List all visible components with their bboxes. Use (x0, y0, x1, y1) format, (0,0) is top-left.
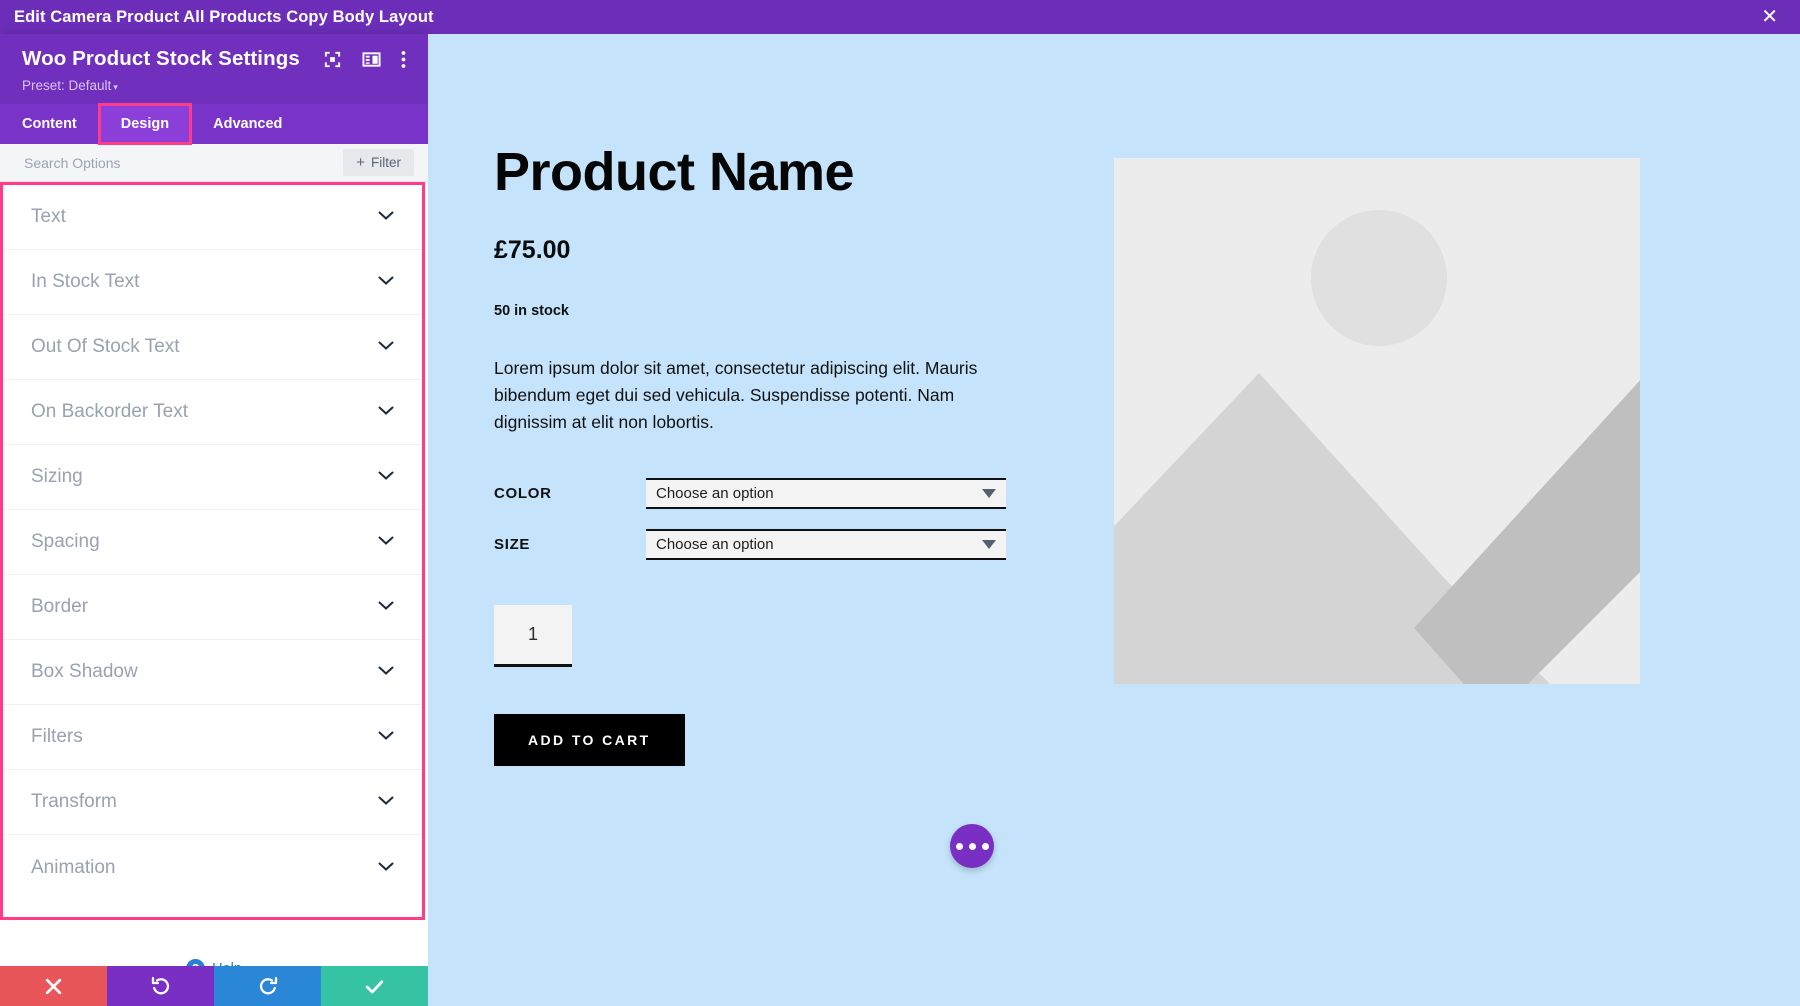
color-select-value: Choose an option (656, 485, 774, 503)
save-button[interactable] (321, 966, 428, 1006)
settings-panel: Woo Product Stock Settings Preset: Defau… (0, 34, 428, 1006)
product-price: £75.00 (494, 235, 571, 264)
section-out-of-stock-text[interactable]: Out Of Stock Text (3, 315, 422, 380)
size-select[interactable]: Choose an option (646, 529, 1006, 561)
panel-header-icons (323, 50, 406, 69)
dot-icon (955, 842, 963, 850)
panel-header: Woo Product Stock Settings Preset: Defau… (0, 34, 428, 104)
panel-tabs: Content Design Advanced (0, 103, 428, 145)
kebab-menu-icon[interactable] (401, 50, 406, 69)
section-label: Box Shadow (31, 661, 138, 682)
redo-icon (259, 977, 277, 995)
section-label: Spacing (31, 531, 100, 552)
panel-footer: ? Help (0, 920, 428, 1006)
chevron-down-icon (378, 663, 394, 681)
section-filters[interactable]: Filters (3, 705, 422, 770)
layout-columns-icon[interactable] (362, 50, 381, 69)
attribute-row-size: SIZE Choose an option (494, 529, 1039, 561)
search-row: + Filter (0, 144, 428, 182)
section-label: Filters (31, 726, 83, 747)
color-select[interactable]: Choose an option (646, 478, 1006, 510)
size-select-value: Choose an option (656, 536, 774, 554)
close-icon (45, 978, 62, 994)
section-transform[interactable]: Transform (3, 770, 422, 835)
preset-label: Preset: Default (22, 78, 112, 93)
section-sizing[interactable]: Sizing (3, 445, 422, 510)
section-spacing[interactable]: Spacing (3, 510, 422, 575)
attribute-label-size: SIZE (494, 536, 531, 554)
cancel-button[interactable] (0, 966, 107, 1006)
section-label: Animation (31, 856, 116, 878)
section-label: Transform (31, 791, 117, 812)
product-image-placeholder (1114, 158, 1640, 684)
preset-selector[interactable]: Preset: Default ▾ (22, 78, 406, 93)
section-on-backorder-text[interactable]: On Backorder Text (3, 380, 422, 445)
chevron-down-icon (378, 859, 394, 877)
dot-icon (968, 842, 976, 850)
chevron-down-icon (378, 728, 394, 746)
image-placeholder-icon (1114, 158, 1640, 684)
product-image-column (1114, 144, 1640, 766)
section-label: On Backorder Text (31, 401, 189, 422)
chevron-down-icon (378, 338, 394, 356)
filter-button[interactable]: + Filter (343, 149, 414, 176)
tab-content[interactable]: Content (0, 104, 99, 144)
chevron-down-icon (378, 208, 394, 226)
product-stock-status: 50 in stock (494, 302, 569, 319)
check-icon (365, 979, 384, 993)
chevron-down-icon (378, 598, 394, 616)
window-titlebar: Edit Camera Product All Products Copy Bo… (0, 0, 1800, 34)
close-icon[interactable]: ✕ (1753, 5, 1786, 29)
dot-icon (981, 842, 989, 850)
section-box-shadow[interactable]: Box Shadow (3, 640, 422, 705)
attribute-row-color: COLOR Choose an option (494, 478, 1039, 510)
chevron-down-icon (378, 468, 394, 486)
panel-title: Woo Product Stock Settings (22, 47, 300, 70)
filter-button-label: Filter (371, 155, 401, 170)
redo-button[interactable] (214, 966, 321, 1006)
section-label: Out Of Stock Text (31, 336, 180, 357)
chevron-down-icon (982, 540, 996, 550)
chevron-down-icon (378, 793, 394, 811)
product-layout: Product Name £75.00 50 in stock Lorem ip… (428, 34, 1800, 767)
design-sections-highlight: Text In Stock Text Out Of Stock Text On … (0, 182, 425, 920)
plus-icon: + (356, 154, 365, 171)
undo-button[interactable] (107, 966, 214, 1006)
chevron-down-icon (378, 533, 394, 551)
product-description: Lorem ipsum dolor sit amet, consectetur … (494, 357, 978, 432)
tab-advanced[interactable]: Advanced (191, 104, 304, 144)
quantity-input[interactable]: 1 (494, 605, 572, 668)
section-label: In Stock Text (31, 271, 140, 292)
product-title: Product Name (494, 142, 855, 202)
section-in-stock-text[interactable]: In Stock Text (3, 250, 422, 315)
responsive-view-icon[interactable] (323, 50, 342, 69)
search-input[interactable] (24, 144, 344, 181)
undo-icon (151, 977, 169, 995)
chevron-down-icon: ▾ (113, 82, 118, 92)
window-title: Edit Camera Product All Products Copy Bo… (14, 7, 434, 26)
section-animation[interactable]: Animation (3, 835, 422, 900)
section-label: Text (31, 206, 66, 227)
product-info-column: Product Name £75.00 50 in stock Lorem ip… (494, 142, 1039, 767)
chevron-down-icon (378, 273, 394, 291)
attribute-label-color: COLOR (494, 485, 552, 503)
tab-design[interactable]: Design (97, 103, 193, 145)
footer-action-bar (0, 966, 428, 1006)
design-sections-list[interactable]: Text In Stock Text Out Of Stock Text On … (3, 185, 422, 917)
section-border[interactable]: Border (3, 575, 422, 640)
section-text[interactable]: Text (3, 185, 422, 250)
section-label: Sizing (31, 466, 83, 487)
add-to-cart-button[interactable]: ADD TO CART (494, 714, 685, 767)
chevron-down-icon (982, 489, 996, 499)
section-label: Border (31, 596, 89, 617)
preview-area: Product Name £75.00 50 in stock Lorem ip… (428, 34, 1800, 1006)
more-options-fab[interactable] (950, 824, 994, 868)
chevron-down-icon (378, 403, 394, 421)
